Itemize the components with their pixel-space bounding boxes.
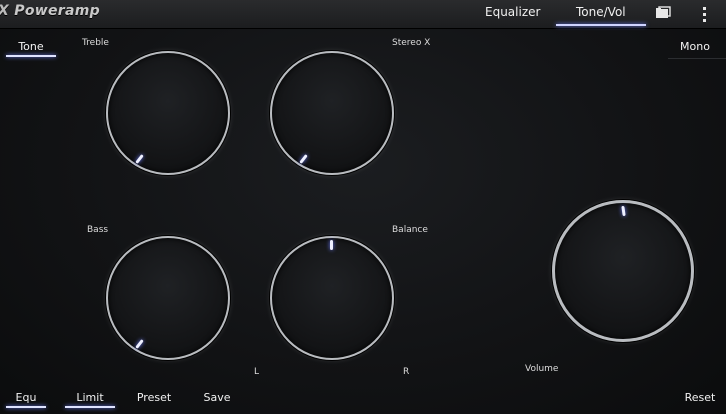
treble-knob[interactable] xyxy=(106,51,230,175)
mono-toggle[interactable]: Mono xyxy=(672,40,718,53)
balance-right-label: R xyxy=(403,367,410,377)
save-button[interactable]: Save xyxy=(202,391,232,404)
bass-knob-indicator xyxy=(135,339,144,349)
app-logo: X Poweramp xyxy=(0,3,100,23)
bass-knob[interactable] xyxy=(106,236,230,360)
equ-toggle[interactable]: Equ xyxy=(6,391,46,408)
balance-left-label: L xyxy=(254,367,260,377)
stereo-knob[interactable] xyxy=(270,51,394,175)
preset-button[interactable]: Preset xyxy=(136,391,172,404)
balance-knob-indicator xyxy=(330,240,333,250)
volume-label: Volume xyxy=(525,364,559,374)
tab-equalizer[interactable]: Equalizer xyxy=(485,5,540,19)
tone-toggle[interactable]: Tone xyxy=(6,40,56,57)
logo-mark: X xyxy=(0,3,9,19)
stereo-label: Stereo X xyxy=(392,38,431,48)
mono-divider xyxy=(668,58,726,59)
overflow-menu-icon[interactable] xyxy=(698,4,718,24)
balance-label: Balance xyxy=(392,225,428,235)
stereo-knob-indicator xyxy=(299,154,308,164)
balance-knob[interactable] xyxy=(270,236,394,360)
folder-icon[interactable] xyxy=(654,4,674,24)
tab-tone-vol[interactable]: Tone/Vol xyxy=(556,5,646,26)
action-bar: X Poweramp Equalizer Tone/Vol xyxy=(0,0,726,29)
treble-knob-indicator xyxy=(135,154,144,164)
volume-knob-indicator xyxy=(621,205,626,217)
limit-toggle[interactable]: Limit xyxy=(65,391,115,408)
bass-label: Bass xyxy=(87,225,109,235)
volume-knob[interactable] xyxy=(552,200,694,342)
treble-label: Treble xyxy=(82,38,109,48)
reset-button[interactable]: Reset xyxy=(682,391,718,404)
logo-text: Poweramp xyxy=(14,3,100,19)
